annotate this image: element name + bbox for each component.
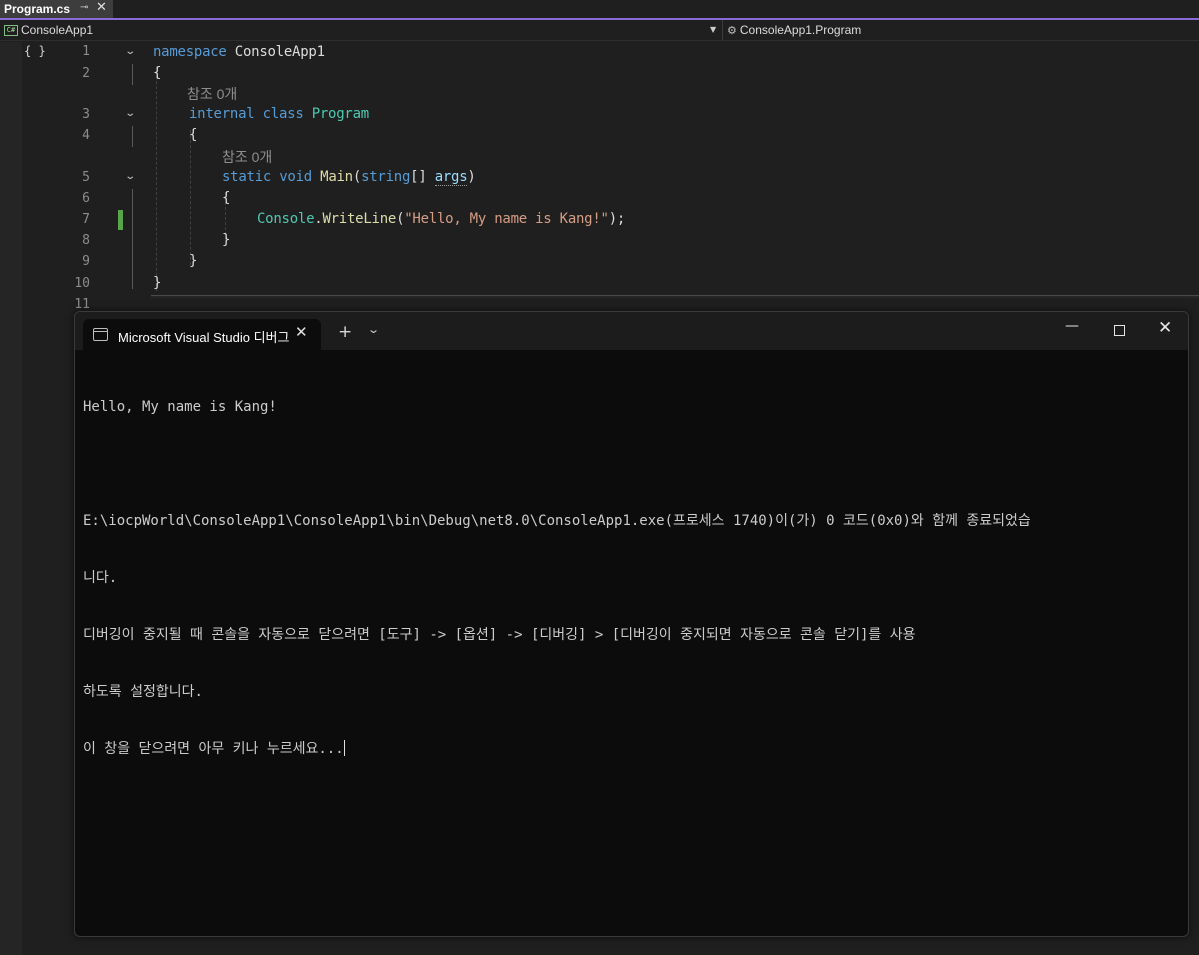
minimize-icon[interactable]: — [1065, 318, 1079, 334]
namespace-glyph-icon: { } [24, 44, 46, 58]
console-line: E:\iocpWorld\ConsoleApp1\ConsoleApp1\bin… [83, 513, 1031, 529]
code-line: { [222, 190, 231, 206]
indent-guide [156, 66, 157, 291]
code-token: string [361, 169, 411, 185]
code-line: } [222, 232, 231, 248]
member-dropdown[interactable]: ⚙ ConsoleApp1.Program [727, 20, 861, 40]
console-output[interactable]: Hello, My name is Kang! E:\iocpWorld\Con… [83, 360, 1175, 797]
editor-horizontal-scrollbar[interactable] [151, 295, 1199, 298]
line-number: 1 [82, 44, 90, 59]
code-line: { [189, 127, 198, 143]
terminal-icon [93, 328, 108, 341]
fold-chevron-icon[interactable]: ⌄ [124, 171, 136, 182]
outline-line [132, 64, 133, 85]
text-cursor [343, 740, 345, 756]
project-name: ConsoleApp1 [21, 23, 94, 37]
maximize-icon[interactable] [1114, 325, 1125, 336]
change-marker [118, 210, 123, 230]
console-prompt-line: 이 창을 닫으려면 아무 키나 누르세요... [83, 740, 1175, 759]
chevron-down-icon[interactable]: ▼ [710, 25, 716, 34]
code-token: ) [467, 169, 476, 185]
line-number: 5 [82, 170, 90, 185]
outline-line [132, 189, 133, 289]
code-line: { [153, 65, 162, 81]
fold-chevron-icon[interactable]: ⌄ [124, 46, 136, 57]
line-number: 2 [82, 66, 90, 81]
code-token: args [434, 169, 468, 186]
tab-program-cs[interactable]: Program.cs ⊸ ✕ [0, 0, 113, 18]
code-token: ); [608, 211, 626, 227]
code-token: Main [311, 169, 353, 185]
class-icon: ⚙ [727, 23, 737, 37]
outline-line [132, 126, 133, 147]
close-window-icon[interactable]: ✕ [1158, 318, 1172, 338]
close-icon[interactable]: ✕ [295, 323, 308, 341]
console-tab-label: Microsoft Visual Studio 디버그 [118, 330, 290, 345]
code-token: ConsoleApp1 [226, 44, 325, 60]
code-token: Program [303, 106, 370, 122]
code-line: namespace ConsoleApp1 [153, 44, 325, 60]
code-token: namespace [153, 44, 227, 60]
close-icon[interactable]: ✕ [96, 0, 107, 15]
line-number: 4 [82, 128, 90, 143]
line-number: 10 [74, 276, 90, 291]
code-line: } [189, 253, 198, 269]
navigation-bar: C# ConsoleApp1 ▼ ⚙ ConsoleApp1.Program [0, 20, 1199, 41]
editor-left-margin [0, 42, 22, 955]
codelens-references[interactable]: 참조 0개 [187, 84, 237, 104]
console-title-bar[interactable]: Microsoft Visual Studio 디버그 ✕ + ⌄ — ✕ [75, 312, 1188, 350]
fold-chevron-icon[interactable]: ⌄ [124, 108, 136, 119]
codelens-references[interactable]: 참조 0개 [222, 147, 272, 167]
console-line: Hello, My name is Kang! [83, 399, 277, 415]
plus-icon[interactable]: + [338, 322, 352, 342]
code-line: Console.WriteLine("Hello, My name is Kan… [257, 211, 625, 227]
code-line: } [153, 275, 162, 291]
code-token: Console [257, 211, 315, 227]
line-number: 8 [82, 233, 90, 248]
line-number: 11 [74, 297, 90, 312]
console-line: 이 창을 닫으려면 아무 키나 누르세요... [83, 741, 344, 757]
line-number: 6 [82, 191, 90, 206]
csharp-project-icon: C# [4, 24, 18, 36]
code-token: "Hello, My name is Kang!" [404, 211, 609, 227]
line-number: 7 [82, 212, 90, 227]
code-line: internal class Program [189, 106, 369, 122]
code-token: [] [410, 169, 435, 185]
console-line: 하도록 설정합니다. [83, 684, 203, 700]
project-dropdown[interactable]: C# ConsoleApp1 ▼ [0, 20, 723, 40]
tab-label: Program.cs [4, 2, 71, 16]
member-name: ConsoleApp1.Program [739, 23, 862, 37]
code-token: WriteLine [322, 211, 397, 227]
debug-console-window[interactable]: Microsoft Visual Studio 디버그 ✕ + ⌄ — ✕ He… [74, 311, 1189, 937]
line-number: 3 [82, 107, 90, 122]
chevron-down-icon[interactable]: ⌄ [367, 323, 380, 336]
code-token: ( [352, 169, 362, 185]
document-tab-strip: Program.cs ⊸ ✕ [0, 0, 1199, 20]
pin-icon[interactable]: ⊸ [80, 2, 88, 13]
code-token: internal class [189, 106, 304, 122]
indent-guide [190, 130, 191, 265]
code-token: static void [222, 169, 312, 185]
line-number: 9 [82, 254, 90, 269]
console-tab[interactable]: Microsoft Visual Studio 디버그 ✕ [83, 319, 321, 350]
console-line: 디버깅이 중지될 때 콘솔을 자동으로 닫으려면 [도구] -> [옵션] ->… [83, 627, 916, 643]
code-line: static void Main(string[] args) [222, 169, 476, 186]
console-line: 니다. [83, 570, 118, 586]
